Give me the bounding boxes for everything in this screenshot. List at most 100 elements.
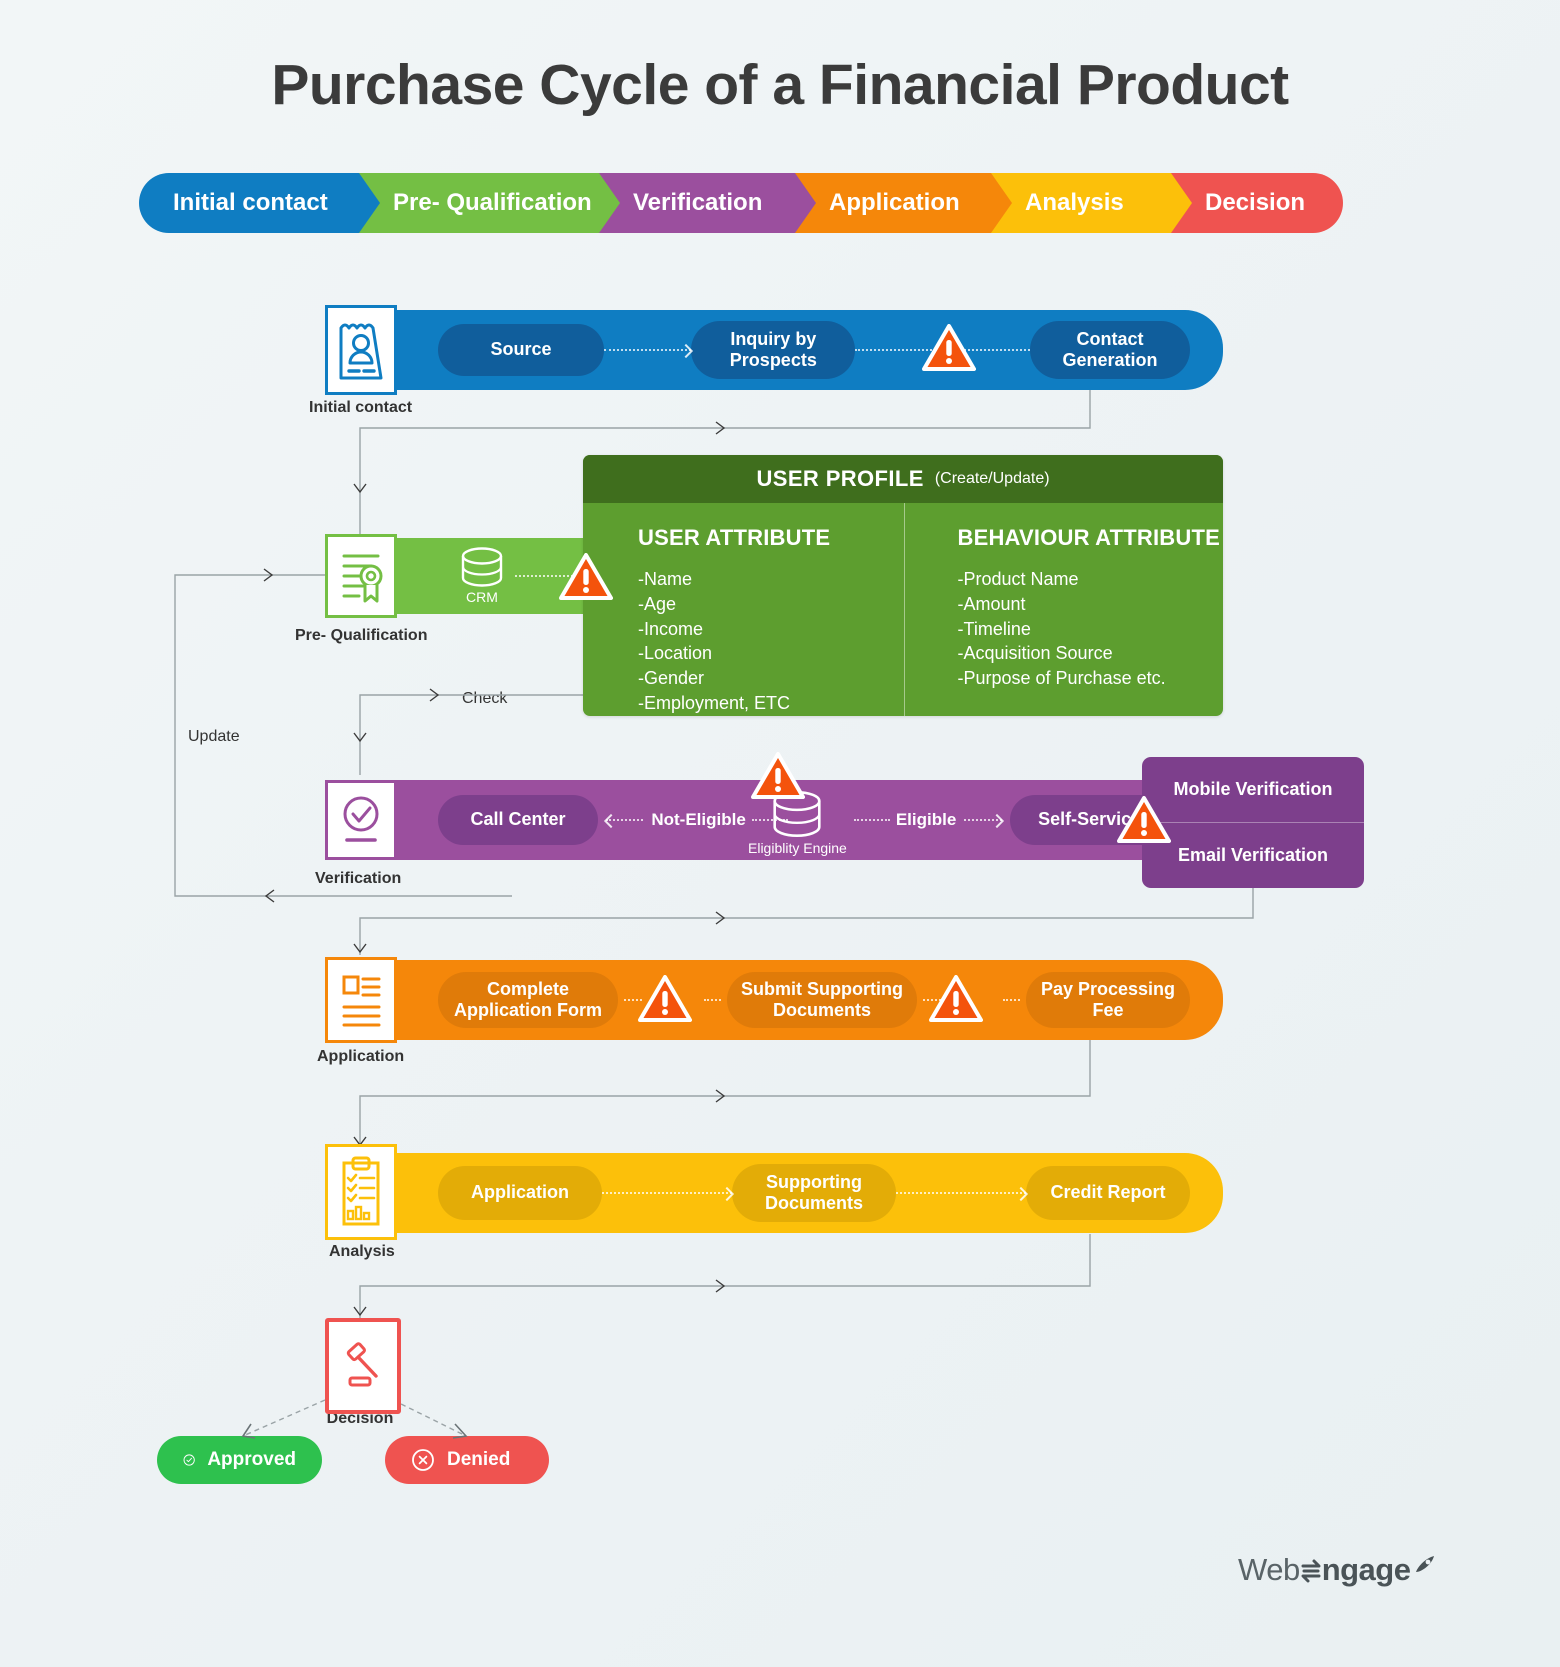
step-label: Pay Processing Fee bbox=[1040, 978, 1176, 1020]
step-supporting-documents[interactable]: Supporting Documents bbox=[732, 1164, 896, 1222]
step-call-center[interactable]: Call Center bbox=[438, 795, 598, 845]
logo-rocket-icon bbox=[1416, 1556, 1435, 1572]
list-item: -Purpose of Purchase etc. bbox=[957, 668, 1166, 689]
user-profile-header: USER PROFILE (Create/Update) bbox=[583, 455, 1223, 503]
list-item: -Employment, ETC bbox=[638, 693, 791, 714]
x-circle-icon bbox=[412, 1449, 434, 1471]
outcome-label: Denied bbox=[447, 1449, 511, 1470]
behaviour-attribute-list: -Product Name -Amount -Timeline -Acquisi… bbox=[958, 567, 1224, 691]
mobile-verification-item[interactable]: Mobile Verification bbox=[1142, 757, 1364, 822]
database-icon bbox=[461, 547, 503, 587]
stage-chevron-analysis[interactable]: Analysis bbox=[991, 173, 1192, 233]
step-label: Inquiry by Prospects bbox=[729, 328, 817, 370]
lane-label-application: Application bbox=[317, 1048, 405, 1065]
email-verification-item[interactable]: Email Verification bbox=[1142, 822, 1364, 888]
warning-triangle-icon bbox=[922, 324, 976, 372]
verification-methods-box: Mobile Verification Email Verification bbox=[1142, 757, 1364, 888]
step-pay-processing-fee[interactable]: Pay Processing Fee bbox=[1026, 972, 1190, 1028]
step-credit-report[interactable]: Credit Report bbox=[1026, 1166, 1190, 1220]
step-submit-supporting-documents[interactable]: Submit Supporting Documents bbox=[727, 972, 917, 1028]
stage-chevron-bar: Initial contact Pre- Qualification Verif… bbox=[139, 173, 1343, 233]
decision-icon-box bbox=[325, 1318, 401, 1414]
list-item: -Income bbox=[638, 618, 704, 639]
behaviour-attribute-heading: BEHAVIOUR ATTRIBUTE bbox=[957, 525, 1220, 550]
step-label: Submit Supporting Documents bbox=[741, 978, 903, 1020]
eligibility-engine-label: Eligiblity Engine bbox=[748, 840, 847, 856]
step-label: Supporting Documents bbox=[764, 1171, 863, 1213]
step-source[interactable]: Source bbox=[438, 324, 604, 376]
warning-triangle-icon bbox=[929, 975, 983, 1023]
user-attribute-list: -Name -Age -Income -Location -Gender -Em… bbox=[638, 567, 904, 716]
list-item: -Name bbox=[638, 569, 693, 589]
step-label: Application bbox=[471, 1182, 569, 1203]
connector-dots bbox=[964, 818, 1002, 822]
connector-dots bbox=[602, 1191, 732, 1195]
warning-triangle-icon bbox=[638, 975, 692, 1023]
user-profile-title: USER PROFILE bbox=[756, 466, 924, 491]
step-label: Call Center bbox=[470, 809, 566, 830]
flow-label-check: Check bbox=[462, 690, 508, 707]
logo-mark-icon bbox=[1301, 1559, 1321, 1583]
list-item: -Acquisition Source bbox=[957, 643, 1113, 664]
outcome-label: Approved bbox=[207, 1449, 296, 1470]
outcome-denied[interactable]: Denied bbox=[385, 1436, 549, 1484]
step-label: Contact Generation bbox=[1062, 328, 1158, 370]
stage-label: Initial contact bbox=[173, 189, 328, 216]
stage-chevron-pre-qualification[interactable]: Pre- Qualification bbox=[359, 173, 620, 233]
connector-dots bbox=[1002, 998, 1020, 1002]
lane-initial-contact: Source Inquiry by Prospects Contact Gene… bbox=[397, 310, 1223, 390]
stage-label: Application bbox=[829, 189, 960, 216]
gavel-icon bbox=[346, 1342, 378, 1387]
step-analysis-application[interactable]: Application bbox=[438, 1166, 602, 1220]
stage-chevron-initial-contact[interactable]: Initial contact bbox=[139, 173, 380, 233]
user-profile-panel: USER PROFILE (Create/Update) USER ATTRIB… bbox=[583, 455, 1223, 716]
webengage-logo: Web ngage bbox=[1238, 1552, 1438, 1588]
crm-label: CRM bbox=[466, 589, 498, 605]
crm-database[interactable]: CRM bbox=[459, 547, 505, 605]
stage-label: Analysis bbox=[1025, 189, 1124, 216]
clipboard-checklist-icon bbox=[325, 1144, 397, 1240]
warning-triangle-icon bbox=[1117, 796, 1171, 844]
list-item: -Gender bbox=[638, 668, 705, 689]
logo-text: Web ngage bbox=[1238, 1552, 1411, 1588]
list-item: -Age bbox=[638, 593, 677, 614]
lane-application: Complete Application Form Submit Support… bbox=[397, 960, 1223, 1040]
lane-label-pre-qualification: Pre- Qualification bbox=[295, 627, 428, 644]
check-circle-icon bbox=[183, 1454, 195, 1466]
stage-chevron-decision[interactable]: Decision bbox=[1171, 173, 1343, 233]
stage-label: Decision bbox=[1205, 189, 1306, 216]
check-circle-doc-icon bbox=[325, 780, 397, 860]
lane-label-initial-contact: Initial contact bbox=[309, 399, 413, 416]
logo-text-part1: Web bbox=[1238, 1552, 1300, 1587]
step-complete-application-form[interactable]: Complete Application Form bbox=[438, 972, 618, 1028]
form-document-icon bbox=[325, 957, 397, 1043]
stage-chevron-verification[interactable]: Verification bbox=[599, 173, 816, 233]
connector-dots-not-eligible bbox=[606, 818, 644, 822]
warning-triangle-icon bbox=[559, 553, 613, 601]
user-attribute-column: USER ATTRIBUTE -Name -Age -Income -Locat… bbox=[583, 503, 904, 716]
user-attribute-heading: USER ATTRIBUTE bbox=[638, 525, 831, 550]
list-item: -Product Name bbox=[957, 569, 1079, 589]
certificate-seal-icon bbox=[325, 534, 397, 618]
list-item: -Location bbox=[638, 643, 713, 664]
page-title: Purchase Cycle of a Financial Product bbox=[271, 53, 1289, 117]
behaviour-attribute-column: BEHAVIOUR ATTRIBUTE -Product Name -Amoun… bbox=[903, 503, 1224, 716]
step-label: Complete Application Form bbox=[454, 978, 602, 1020]
stage-label: Verification bbox=[633, 189, 763, 216]
connector-dots bbox=[896, 1191, 1026, 1195]
connector-dots bbox=[604, 348, 692, 352]
outcome-approved[interactable]: Approved bbox=[157, 1436, 322, 1484]
step-contact-generation[interactable]: Contact Generation bbox=[1029, 321, 1190, 379]
infographic-canvas: Purchase Cycle of a Financial Product In… bbox=[0, 0, 1560, 1667]
logo-text-part2: ngage bbox=[1321, 1552, 1411, 1587]
user-profile-subtitle: (Create/Update) bbox=[934, 470, 1050, 487]
warning-triangle-icon bbox=[751, 752, 805, 800]
edge-label-eligible: Eligible bbox=[895, 810, 957, 829]
lane-label-analysis: Analysis bbox=[329, 1243, 395, 1260]
stage-chevron-application[interactable]: Application bbox=[795, 173, 1012, 233]
connector-dots bbox=[853, 818, 890, 822]
step-label: Source bbox=[490, 339, 552, 360]
step-label: Credit Report bbox=[1050, 1182, 1166, 1203]
step-inquiry-by-prospects[interactable]: Inquiry by Prospects bbox=[691, 321, 856, 379]
lane-analysis: Application Supporting Documents Credit … bbox=[397, 1153, 1223, 1233]
